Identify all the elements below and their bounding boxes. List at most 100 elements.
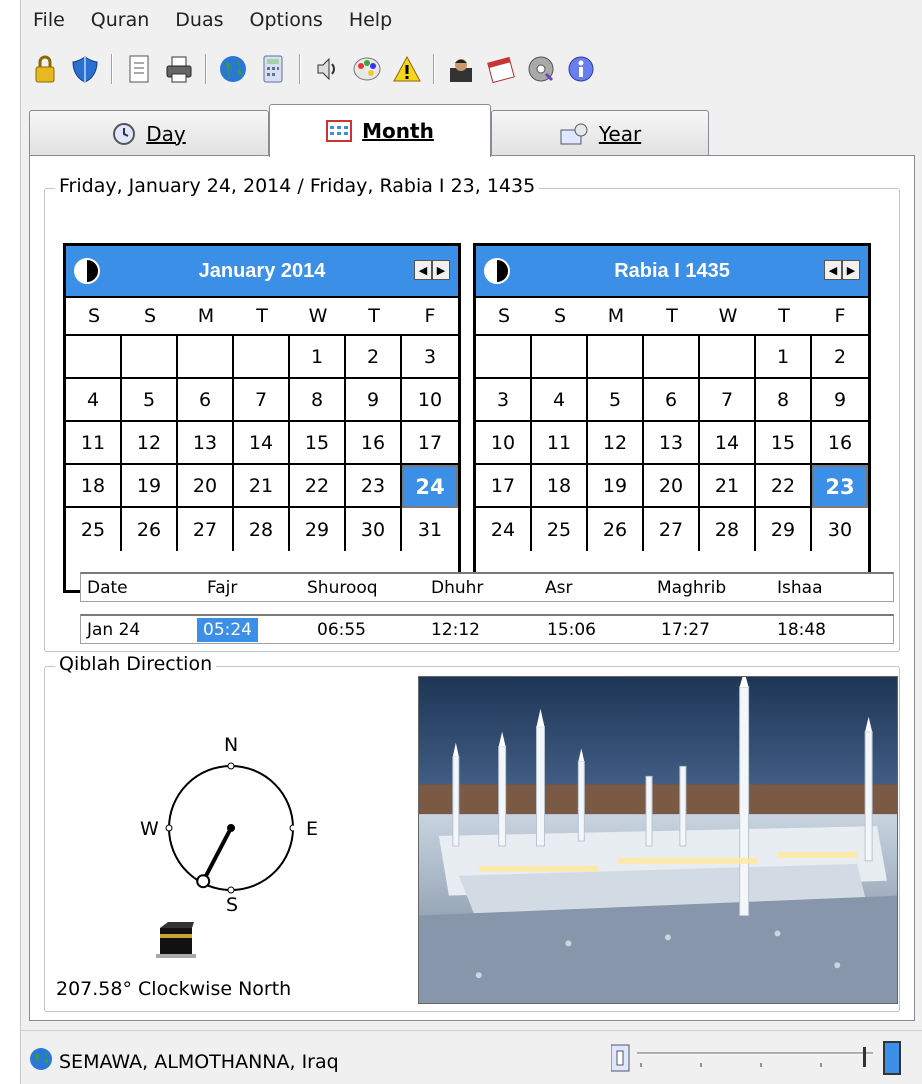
gregorian-day-cell[interactable]: 6 bbox=[178, 379, 234, 422]
gregorian-day-cell[interactable]: 21 bbox=[234, 465, 290, 508]
calendar-icon[interactable] bbox=[483, 51, 519, 87]
hijri-day-cell[interactable]: 23 bbox=[812, 465, 868, 508]
gregorian-day-cell[interactable]: 13 bbox=[178, 422, 234, 465]
hijri-day-cell[interactable]: 25 bbox=[532, 508, 588, 551]
tab-year[interactable]: Year bbox=[491, 110, 709, 156]
gregorian-day-cell[interactable]: 30 bbox=[346, 508, 402, 551]
gregorian-day-cell[interactable]: 10 bbox=[402, 379, 458, 422]
gregorian-day-cell[interactable]: 31 bbox=[402, 508, 458, 551]
gregorian-day-cell[interactable]: 12 bbox=[122, 422, 178, 465]
hijri-day-cell[interactable]: 11 bbox=[532, 422, 588, 465]
prayer-times-row[interactable]: Jan 24 05:24 06:55 12:12 15:06 17:27 18:… bbox=[80, 614, 894, 644]
shield-icon[interactable] bbox=[67, 51, 103, 87]
hijri-day-cell[interactable]: 29 bbox=[756, 508, 812, 551]
gregorian-day-cell[interactable]: 1 bbox=[290, 336, 346, 379]
gregorian-empty-cell bbox=[178, 336, 234, 379]
globe-icon bbox=[29, 1047, 53, 1076]
hijri-day-cell[interactable]: 10 bbox=[476, 422, 532, 465]
hijri-day-cell[interactable]: 13 bbox=[644, 422, 700, 465]
palette-icon[interactable] bbox=[349, 51, 385, 87]
hijri-day-cell[interactable]: 27 bbox=[644, 508, 700, 551]
gregorian-day-cell[interactable]: 4 bbox=[66, 379, 122, 422]
next-month-button[interactable]: ▶ bbox=[432, 260, 450, 280]
gregorian-day-cell[interactable]: 28 bbox=[234, 508, 290, 551]
hijri-day-cell[interactable]: 16 bbox=[812, 422, 868, 465]
imam-icon[interactable] bbox=[443, 51, 479, 87]
gregorian-day-cell[interactable]: 8 bbox=[290, 379, 346, 422]
notes-icon[interactable] bbox=[121, 51, 157, 87]
hijri-day-cell[interactable]: 28 bbox=[700, 508, 756, 551]
hijri-day-cell[interactable]: 3 bbox=[476, 379, 532, 422]
gregorian-day-cell[interactable]: 23 bbox=[346, 465, 402, 508]
gregorian-day-cell[interactable]: 11 bbox=[66, 422, 122, 465]
lock-icon[interactable] bbox=[27, 51, 63, 87]
hijri-day-cell[interactable]: 8 bbox=[756, 379, 812, 422]
gregorian-day-cell[interactable]: 18 bbox=[66, 465, 122, 508]
hijri-day-cell[interactable]: 9 bbox=[812, 379, 868, 422]
gregorian-day-cell[interactable]: 2 bbox=[346, 336, 402, 379]
prayer-fajr: 05:24 bbox=[197, 618, 258, 642]
hijri-day-cell[interactable]: 21 bbox=[700, 465, 756, 508]
hijri-day-cell[interactable]: 19 bbox=[588, 465, 644, 508]
tab-month[interactable]: Month bbox=[269, 104, 491, 157]
info-icon[interactable] bbox=[563, 51, 599, 87]
prayer-ishaa: 18:48 bbox=[777, 620, 826, 640]
hijri-day-cell[interactable]: 22 bbox=[756, 465, 812, 508]
gregorian-day-cell[interactable]: 27 bbox=[178, 508, 234, 551]
gregorian-day-cell[interactable]: 14 bbox=[234, 422, 290, 465]
hijri-day-cell[interactable]: 12 bbox=[588, 422, 644, 465]
calculator-icon[interactable] bbox=[255, 51, 291, 87]
menu-quran[interactable]: Quran bbox=[89, 5, 152, 35]
hijri-day-cell[interactable]: 7 bbox=[700, 379, 756, 422]
hijri-day-cell[interactable]: 17 bbox=[476, 465, 532, 508]
menu-options[interactable]: Options bbox=[248, 5, 325, 35]
gregorian-day-cell[interactable]: 7 bbox=[234, 379, 290, 422]
hijri-day-cell[interactable]: 18 bbox=[532, 465, 588, 508]
gregorian-day-cell[interactable]: 25 bbox=[66, 508, 122, 551]
gregorian-day-cell[interactable]: 5 bbox=[122, 379, 178, 422]
gregorian-dow-header: S bbox=[122, 298, 178, 336]
menu-duas[interactable]: Duas bbox=[173, 5, 225, 35]
menu-help[interactable]: Help bbox=[347, 5, 394, 35]
hijri-day-cell[interactable]: 20 bbox=[644, 465, 700, 508]
volume-slider[interactable] bbox=[611, 1043, 879, 1077]
prayer-shurooq: 06:55 bbox=[317, 620, 366, 640]
toolbar-separator bbox=[299, 54, 301, 84]
month-calendar-icon bbox=[326, 120, 353, 142]
kaaba-icon bbox=[156, 922, 196, 958]
gregorian-day-cell[interactable]: 15 bbox=[290, 422, 346, 465]
globe-icon[interactable] bbox=[215, 51, 251, 87]
gregorian-day-cell[interactable]: 22 bbox=[290, 465, 346, 508]
gregorian-day-cell[interactable]: 29 bbox=[290, 508, 346, 551]
hijri-day-cell[interactable]: 1 bbox=[756, 336, 812, 379]
warning-icon[interactable] bbox=[389, 51, 425, 87]
prev-month-button[interactable]: ◀ bbox=[824, 260, 842, 280]
printer-icon[interactable] bbox=[161, 51, 197, 87]
gregorian-day-cell[interactable]: 20 bbox=[178, 465, 234, 508]
tab-day[interactable]: Day bbox=[29, 110, 269, 156]
clock-icon bbox=[112, 122, 136, 146]
hijri-day-cell[interactable]: 14 bbox=[700, 422, 756, 465]
hijri-day-cell[interactable]: 24 bbox=[476, 508, 532, 551]
cd-icon[interactable] bbox=[523, 51, 559, 87]
status-location[interactable]: SEMAWA, ALMOTHANNA, Iraq bbox=[29, 1047, 339, 1076]
prev-month-button[interactable]: ◀ bbox=[414, 260, 432, 280]
next-month-button[interactable]: ▶ bbox=[842, 260, 860, 280]
hijri-day-cell[interactable]: 6 bbox=[644, 379, 700, 422]
gregorian-day-cell[interactable]: 19 bbox=[122, 465, 178, 508]
gregorian-day-cell[interactable]: 17 bbox=[402, 422, 458, 465]
gregorian-day-cell[interactable]: 9 bbox=[346, 379, 402, 422]
hijri-day-cell[interactable]: 2 bbox=[812, 336, 868, 379]
toolbar bbox=[21, 44, 922, 94]
gregorian-day-cell[interactable]: 26 bbox=[122, 508, 178, 551]
gregorian-day-cell[interactable]: 16 bbox=[346, 422, 402, 465]
menu-file[interactable]: File bbox=[31, 5, 67, 35]
hijri-day-cell[interactable]: 26 bbox=[588, 508, 644, 551]
hijri-day-cell[interactable]: 5 bbox=[588, 379, 644, 422]
speaker-icon[interactable] bbox=[309, 51, 345, 87]
hijri-day-cell[interactable]: 15 bbox=[756, 422, 812, 465]
gregorian-day-cell[interactable]: 3 bbox=[402, 336, 458, 379]
hijri-day-cell[interactable]: 4 bbox=[532, 379, 588, 422]
hijri-day-cell[interactable]: 30 bbox=[812, 508, 868, 551]
gregorian-day-cell[interactable]: 24 bbox=[402, 465, 458, 508]
